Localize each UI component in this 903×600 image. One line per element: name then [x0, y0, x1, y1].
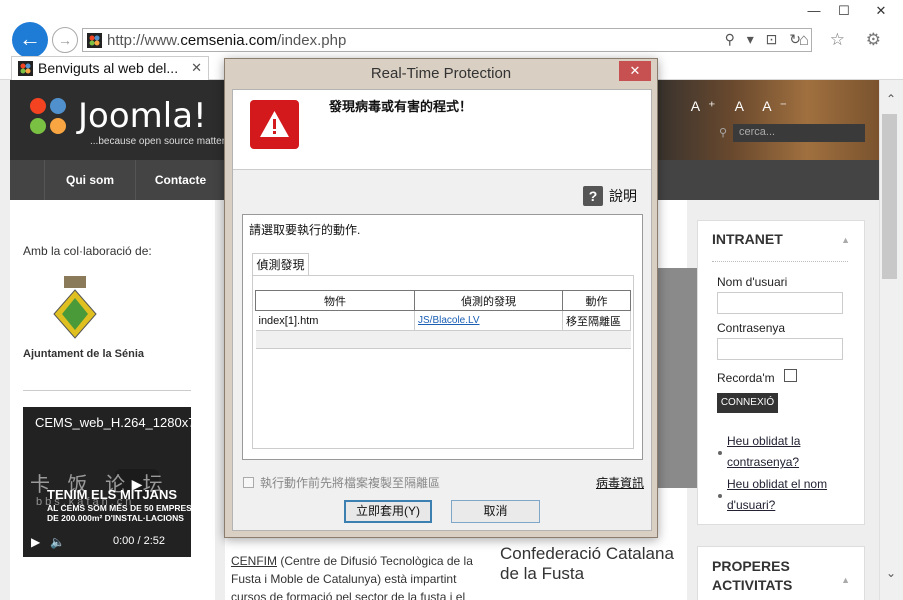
password-label: Contrasenya — [717, 321, 786, 335]
toolbar-icons[interactable]: ⌂ ☆ ⚙ — [799, 30, 889, 50]
quarantine-copy-option[interactable]: 執行動作前先將檔案複製至隔離區 — [243, 474, 440, 491]
header-decoration — [639, 80, 879, 160]
dotted-divider — [712, 261, 848, 262]
apply-now-button[interactable]: 立即套用(Y) — [344, 500, 432, 523]
scroll-up-icon[interactable]: ⌃ — [886, 92, 896, 106]
activities-title: PROPERES ACTIVITATS — [712, 558, 793, 593]
empty-row — [255, 330, 631, 349]
page-scrollbar[interactable]: ⌃ ⌄ — [879, 80, 903, 600]
list-bullet — [718, 494, 722, 498]
joomla-favicon-icon — [87, 33, 102, 48]
quarantine-checkbox[interactable] — [243, 477, 254, 488]
menu-item-contacte[interactable]: Contacte — [135, 160, 225, 200]
url-prefix: http://www. — [107, 32, 181, 49]
cell-action[interactable]: 移至隔離區 — [562, 310, 631, 331]
help-icon: ? — [583, 186, 603, 206]
watermark-text: 卡 饭 论 坛 — [30, 474, 169, 496]
list-bullet — [718, 451, 722, 455]
detection-box: 請選取要執行的動作. 偵測發現 物件 偵測的發現 動作 index[1].htm… — [242, 214, 643, 460]
alert-banner: 發現病毒或有害的程式！ — [233, 90, 651, 170]
option-label: 執行動作前先將檔案複製至隔離區 — [260, 476, 441, 490]
search-input[interactable]: cerca... — [733, 124, 865, 142]
login-button[interactable]: CONNEXIÓ — [717, 393, 778, 413]
video-line-3: DE 200.000m² D'INSTAL·LACIONS — [47, 513, 184, 523]
tab-favicon-icon — [18, 61, 33, 76]
table-row[interactable]: index[1].htm JS/Blacole.LV 移至隔離區 — [255, 310, 631, 331]
column-header-object: 物件 — [255, 290, 415, 311]
help-label: 說明 — [609, 188, 637, 204]
cell-object: index[1].htm — [255, 310, 415, 331]
browser-tab[interactable]: Benviguts al web del... ✕ — [11, 56, 209, 80]
activities-module: PROPERES ACTIVITATS ▲ — [697, 546, 865, 600]
scroll-thumb[interactable] — [882, 114, 897, 279]
cenfim-paragraph: CENFIM (Centre de Difusió Tecnològica de… — [231, 552, 481, 600]
back-arrow-icon[interactable]: ← — [12, 22, 48, 58]
dialog-body: 發現病毒或有害的程式！ ? 說明 請選取要執行的動作. 偵測發現 物件 偵測的發現… — [232, 89, 652, 531]
url-domain: cemsenia.com — [180, 32, 278, 49]
close-window-button[interactable]: ✕ — [859, 0, 903, 22]
real-time-protection-dialog: Real-Time Protection ✕ 發現病毒或有害的程式！ ? 說明 請… — [224, 58, 658, 538]
dialog-title: Real-Time Protection — [370, 65, 512, 82]
virus-info-link[interactable]: 病毒資訊 — [596, 474, 644, 491]
detections-panel: 物件 偵測的發現 動作 index[1].htm JS/Blacole.LV 移… — [252, 275, 634, 449]
detections-table: 物件 偵測的發現 動作 index[1].htm JS/Blacole.LV 移… — [255, 290, 631, 349]
ajuntament-label: Ajuntament de la Sénia — [23, 348, 145, 360]
forward-arrow-icon[interactable]: → — [52, 27, 78, 53]
maximize-button[interactable]: ☐ — [829, 0, 859, 22]
font-size-controls[interactable]: A⁺ A A⁻ — [691, 98, 795, 115]
address-tools[interactable]: ⚲ ▾ ⊡ ↻ — [725, 31, 805, 48]
forgot-password-link[interactable]: Heu oblidat la contrasenya? — [727, 431, 837, 473]
column-header-detection: 偵測的發現 — [414, 290, 563, 311]
sidebar-divider — [23, 390, 191, 391]
chevron-up-icon[interactable]: ▲ — [841, 235, 850, 245]
logo-tagline: ...because open source matters — [90, 136, 231, 147]
table-header-row: 物件 偵測的發現 動作 — [255, 290, 631, 311]
tab-close-icon[interactable]: ✕ — [191, 60, 202, 76]
alert-message: 發現病毒或有害的程式！ — [329, 99, 473, 114]
address-bar[interactable]: http://www.cemsenia.com/index.php ⚲ ▾ ⊡ … — [82, 28, 812, 52]
video-time: 0:00 / 2:52 — [113, 535, 165, 547]
left-sidebar: Amb la col·laboració de: Ajuntament de l… — [10, 200, 215, 600]
video-title: CEMS_web_H.264_1280x7 — [35, 415, 191, 430]
video-controls[interactable]: ▶ 🔈 — [31, 535, 65, 549]
cancel-button[interactable]: 取消 — [451, 500, 540, 523]
dialog-close-button[interactable]: ✕ — [619, 61, 651, 81]
remember-label: Recorda'm — [717, 371, 775, 385]
forgot-username-link[interactable]: Heu oblidat el nom d'usuari? — [727, 474, 837, 516]
watermark-url: bbs.kafan.cn — [36, 496, 135, 508]
scroll-down-icon[interactable]: ⌄ — [886, 566, 896, 580]
window-controls: — ☐ ✕ — [799, 0, 903, 22]
intranet-module: INTRANET ▲ Nom d'usuari Contrasenya Reco… — [697, 220, 865, 525]
url-text: http://www.cemsenia.com/index.php — [107, 32, 346, 49]
remember-checkbox[interactable] — [784, 369, 797, 382]
help-button[interactable]: ? 說明 — [583, 186, 637, 206]
password-field[interactable] — [717, 338, 843, 360]
logo-text: Joomla! — [78, 96, 207, 136]
ajuntament-crest-icon — [53, 276, 97, 339]
joomla-logo-icon — [30, 98, 66, 134]
url-path: /index.php — [277, 32, 347, 49]
warning-icon — [250, 100, 299, 149]
collab-label: Amb la col·laboració de: — [23, 244, 152, 258]
username-label: Nom d'usuari — [717, 275, 788, 289]
confederacio-heading[interactable]: Confederació Catalana de la Fusta — [500, 544, 690, 584]
minimize-button[interactable]: — — [799, 0, 829, 22]
chevron-up-icon[interactable]: ▲ — [841, 575, 850, 585]
cenfim-link[interactable]: CENFIM — [231, 554, 277, 568]
cell-detection-link[interactable]: JS/Blacole.LV — [414, 310, 563, 331]
column-header-action: 動作 — [562, 290, 631, 311]
action-prompt: 請選取要執行的動作. — [249, 223, 361, 237]
search-icon: ⚲ — [718, 127, 727, 139]
tab-detections[interactable]: 偵測發現 — [252, 253, 309, 276]
menu-item-qui-som[interactable]: Qui som — [44, 160, 135, 200]
intranet-title: INTRANET — [712, 231, 783, 247]
username-field[interactable] — [717, 292, 843, 314]
tab-title: Benviguts al web del... — [38, 60, 179, 76]
